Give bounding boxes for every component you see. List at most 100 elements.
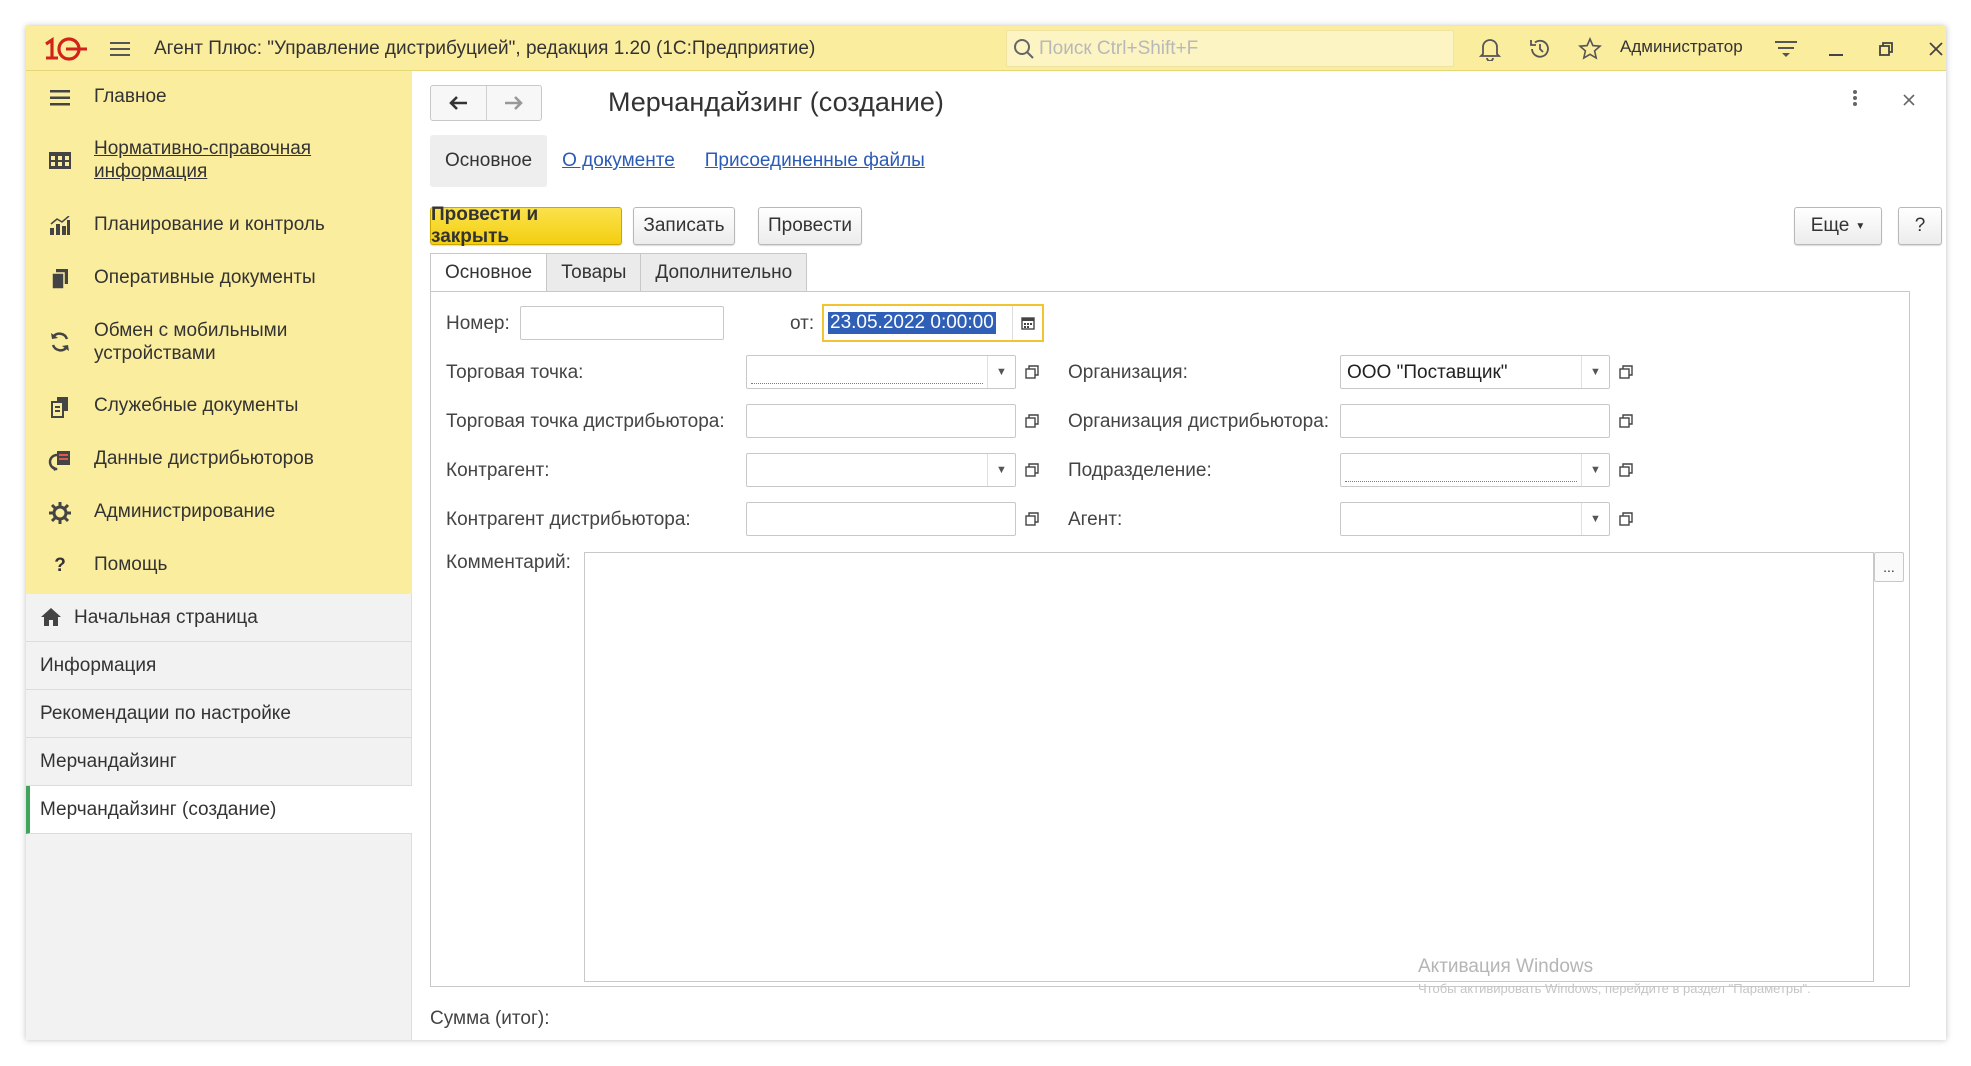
open-form-icon[interactable]: [1612, 502, 1640, 536]
tab-attached-files[interactable]: Присоединенные файлы: [690, 135, 940, 187]
sections-panel: Главное Нормативно-справочная информация…: [26, 71, 412, 594]
help-button[interactable]: ?: [1898, 207, 1942, 245]
close-form-icon[interactable]: [1902, 87, 1916, 113]
activation-watermark-title: Активация Windows: [1418, 956, 1594, 977]
section-label: Помощь: [94, 554, 168, 575]
agent-label: Агент:: [1068, 509, 1123, 530]
comment-more-button[interactable]: ...: [1874, 552, 1904, 582]
navigation-buttons: [430, 85, 542, 121]
save-button[interactable]: Записать: [633, 207, 735, 245]
restore-icon[interactable]: [1872, 35, 1900, 63]
dropdown-arrow-icon[interactable]: ▼: [987, 356, 1015, 388]
search-input[interactable]: [1039, 37, 1439, 61]
open-form-icon[interactable]: [1018, 453, 1046, 487]
user-name[interactable]: Администратор: [1620, 37, 1743, 57]
title-bar: Агент Плюс: "Управление дистрибуцией", р…: [26, 26, 1946, 71]
open-form-icon[interactable]: [1018, 355, 1046, 389]
section-label: Оперативные документы: [94, 267, 316, 288]
calendar-icon[interactable]: [1012, 306, 1042, 340]
open-window-merchandising-create[interactable]: Мерчандайзинг (создание): [26, 786, 412, 834]
trade-point-dist-field[interactable]: [746, 404, 1016, 438]
tab-main[interactable]: Основное: [430, 135, 548, 187]
open-window-home[interactable]: Начальная страница: [26, 594, 412, 642]
department-field[interactable]: ▼: [1340, 453, 1610, 487]
more-vertical-icon[interactable]: [1852, 89, 1858, 113]
dropdown-arrow-icon[interactable]: ▼: [1581, 356, 1609, 388]
global-search[interactable]: [1006, 30, 1454, 67]
subtab-additional[interactable]: Дополнительно: [640, 253, 808, 291]
date-value: 23.05.2022 0:00:00: [828, 312, 996, 334]
comment-textarea[interactable]: [584, 552, 1874, 982]
organization-value: ООО "Поставщик": [1347, 362, 1508, 383]
settings-menu-icon[interactable]: [1772, 35, 1800, 63]
star-icon[interactable]: [1576, 35, 1604, 63]
organization-dist-field[interactable]: [1340, 404, 1610, 438]
history-icon[interactable]: [1526, 35, 1554, 63]
section-label: Нормативно-справочная информация: [94, 138, 312, 182]
counterparty-dist-field[interactable]: [746, 502, 1016, 536]
counterparty-field[interactable]: ▼: [746, 453, 1016, 487]
chart-icon: [46, 213, 74, 239]
more-button[interactable]: Еще ▼: [1794, 207, 1882, 245]
required-marker: [1345, 481, 1577, 482]
post-and-close-button[interactable]: Провести и закрыть: [430, 204, 622, 247]
hamburger-icon[interactable]: [106, 35, 134, 63]
documents-icon: [46, 266, 74, 292]
agent-field[interactable]: ▼: [1340, 502, 1610, 536]
dropdown-arrow-icon[interactable]: ▼: [1581, 454, 1609, 486]
dropdown-arrow-icon[interactable]: ▼: [987, 454, 1015, 486]
arrow-right-icon: [504, 96, 523, 110]
section-label: Служебные документы: [94, 395, 299, 416]
app-title: Агент Плюс: "Управление дистрибуцией", р…: [154, 38, 816, 59]
open-form-icon[interactable]: [1612, 453, 1640, 487]
open-form-icon[interactable]: [1018, 404, 1046, 438]
open-window-recommendations[interactable]: Рекомендации по настройке: [26, 690, 412, 738]
open-window-merchandising[interactable]: Мерчандайзинг: [26, 738, 412, 786]
number-field[interactable]: [520, 306, 724, 340]
bell-icon[interactable]: [1476, 35, 1504, 63]
close-window-icon[interactable]: [1922, 35, 1950, 63]
1c-logo-icon[interactable]: [42, 36, 88, 62]
minimize-icon[interactable]: [1822, 35, 1850, 63]
subtab-main[interactable]: Основное: [430, 253, 548, 292]
total-label: Сумма (итог):: [430, 1008, 550, 1029]
open-form-icon[interactable]: [1018, 502, 1046, 536]
date-label: от:: [790, 313, 815, 334]
date-field[interactable]: 23.05.2022 0:00:00: [822, 304, 1044, 342]
section-label: Планирование и контроль: [94, 214, 325, 235]
open-window-info[interactable]: Информация: [26, 642, 412, 690]
open-window-label: Информация: [40, 654, 157, 676]
open-window-label: Мерчандайзинг: [40, 750, 177, 772]
gear-icon: [46, 500, 74, 526]
counterparty-dist-label: Контрагент дистрибьютора:: [446, 509, 691, 530]
home-icon: [41, 608, 61, 626]
help-icon: ?: [54, 555, 66, 576]
open-form-icon[interactable]: [1612, 404, 1640, 438]
section-label: Обмен с мобильными устройствами: [94, 320, 288, 364]
counterparty-label: Контрагент:: [446, 460, 550, 481]
open-form-icon[interactable]: [1612, 355, 1640, 389]
distributor-icon: [46, 447, 74, 473]
organization-dist-label: Организация дистрибьютора:: [1068, 411, 1330, 432]
subtab-goods[interactable]: Товары: [546, 253, 642, 291]
trade-point-field[interactable]: ▼: [746, 355, 1016, 389]
section-label: Главное: [94, 86, 167, 107]
form-title: Мерчандайзинг (создание): [608, 87, 944, 117]
dropdown-arrow-icon[interactable]: ▼: [1581, 503, 1609, 535]
tab-about-document[interactable]: О документе: [547, 135, 690, 187]
activation-watermark-subtitle: Чтобы активировать Windows, перейдите в …: [1418, 981, 1811, 996]
number-label: Номер:: [446, 313, 510, 334]
post-button[interactable]: Провести: [758, 207, 862, 245]
required-marker: [751, 383, 983, 384]
organization-field[interactable]: ООО "Поставщик" ▼: [1340, 355, 1610, 389]
back-button[interactable]: [431, 86, 486, 120]
sync-icon: [46, 329, 74, 355]
table-icon: [46, 147, 74, 173]
open-window-label: Начальная страница: [74, 606, 258, 628]
trade-point-dist-label: Торговая точка дистрибьютора:: [446, 411, 725, 432]
organization-label: Организация:: [1068, 362, 1188, 383]
menu-icon: [46, 85, 74, 111]
form-top-tabs: Основное О документе Присоединенные файл…: [430, 135, 940, 187]
department-label: Подразделение:: [1068, 460, 1212, 481]
forward-button[interactable]: [485, 86, 541, 120]
